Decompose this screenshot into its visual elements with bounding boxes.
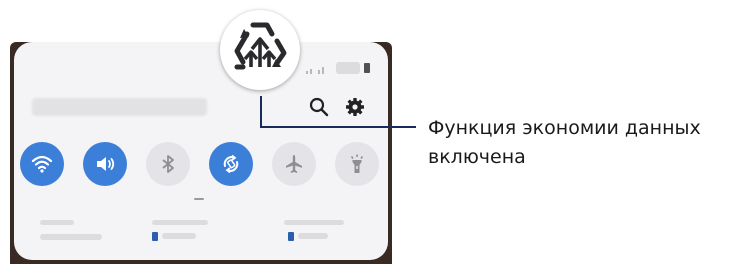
info-blur [40,234,102,240]
callout-line-1: Функция экономии данных [428,117,701,139]
toggle-auto-rotate[interactable] [209,142,253,186]
bottom-info-row [14,218,388,248]
search-icon[interactable] [308,96,330,118]
quick-settings-panel [14,42,388,260]
callout-line-2: включена [428,146,526,168]
info-blur [284,220,344,225]
gear-icon[interactable] [344,96,366,118]
signal-icon [306,67,324,74]
quick-toggles-row [20,142,382,186]
date-time-placeholder [32,98,207,116]
battery-icon [364,63,370,73]
info-blur [162,233,196,239]
zoom-highlight [220,10,300,90]
toggle-sound[interactable] [83,142,127,186]
flashlight-icon [350,154,364,173]
wifi-icon [31,155,53,173]
callout-connector [260,96,262,128]
data-saver-icon [234,22,287,70]
status-blur [336,62,360,74]
sim-icon [288,232,294,241]
callout-connector [260,126,416,128]
airplane-mode-icon [286,155,302,173]
page-indicator [194,198,204,200]
info-blur [298,233,328,239]
sim-icon [152,232,158,241]
toggle-airplane-mode[interactable] [272,142,316,186]
toggle-bluetooth[interactable] [146,142,190,186]
sound-icon [97,157,115,171]
status-bar [294,62,384,76]
auto-rotate-icon [223,154,239,174]
info-blur [40,220,74,225]
toggle-flashlight[interactable] [335,142,379,186]
info-blur [152,220,208,225]
toggle-wifi[interactable] [20,142,64,186]
bluetooth-icon [162,155,174,173]
callout-label: Функция экономии данных включена [428,114,740,172]
